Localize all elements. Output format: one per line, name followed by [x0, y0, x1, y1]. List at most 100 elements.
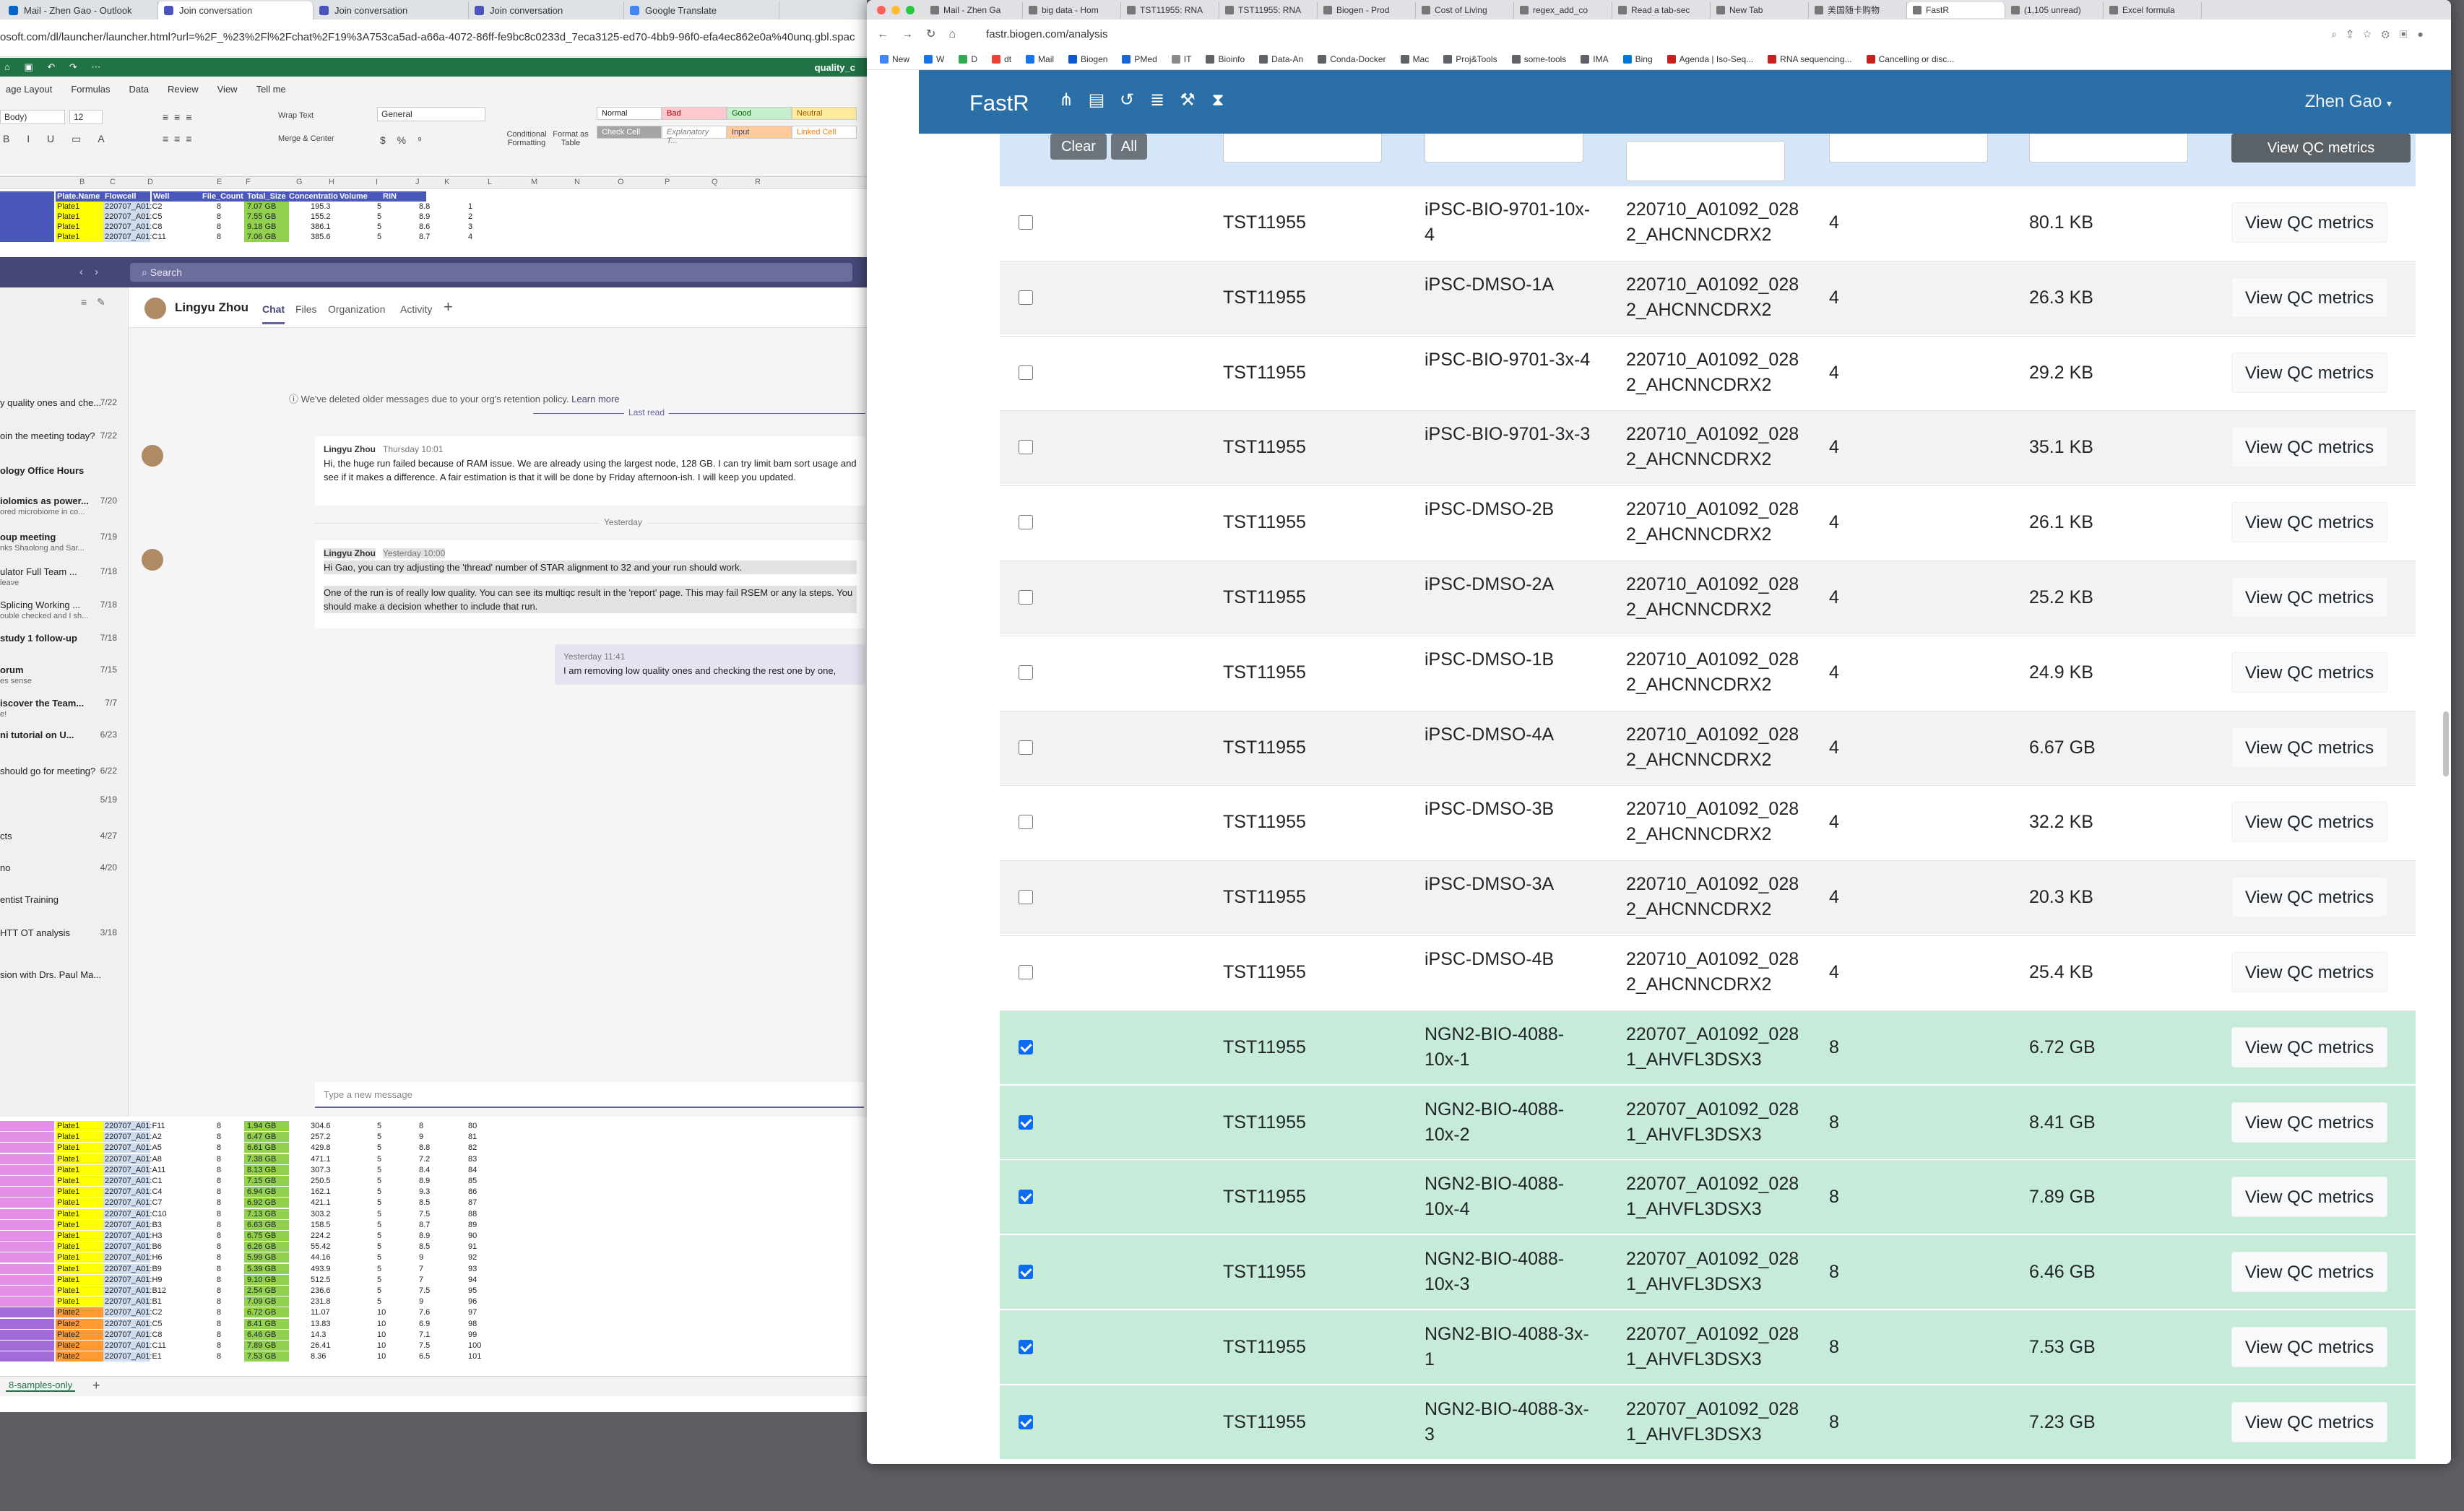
table-row[interactable]: TST11955 iPSC-DMSO-4A 220710_A01092_0282_A… [1000, 710, 2416, 784]
cell[interactable]: 4 [468, 232, 472, 242]
cell[interactable]: 7.5 [419, 1286, 430, 1296]
cell[interactable]: Well [152, 191, 202, 202]
cell[interactable]: 6.46 GB [244, 1329, 289, 1340]
table-row[interactable]: Plate1 220707_A01:C8 8 9.18 GB 386.1 5 8.6 3 [0, 222, 491, 232]
cell[interactable]: 7.07 GB [244, 202, 289, 212]
cell[interactable]: 220707_A01:B6 [103, 1242, 162, 1252]
table-row[interactable]: TST11955 NGN2-BIO-4088-10x-3 220707_A01092… [1000, 1235, 2416, 1309]
cell[interactable]: 512.5 [311, 1275, 331, 1285]
cell[interactable]: 8 [217, 1275, 246, 1285]
cell[interactable]: 96 [468, 1296, 477, 1307]
cell[interactable]: 220707_A01:C4 [103, 1187, 163, 1198]
table-row[interactable]: TST11955 iPSC-DMSO-4B 220710_A01092_0282_A… [1000, 935, 2416, 1009]
table-row[interactable]: Plate1 220707_A01:B12 8 2.54 GB 236.6 5 7.5 95 [0, 1286, 491, 1296]
minimize-window-icon[interactable] [891, 6, 900, 14]
table-row[interactable]: Plate1 220707_A01:H6 8 5.99 GB 44.16 5 9 92 [0, 1252, 491, 1263]
table-row[interactable]: Plate1 220707_A01:C10 8 7.13 GB 303.2 5 7.5 88 [0, 1208, 491, 1219]
cell[interactable]: 7.2 [419, 1154, 430, 1164]
cell[interactable]: 1.94 GB [244, 1121, 289, 1131]
browser-tab[interactable]: 美国随卡购物 [1809, 1, 1907, 18]
avatar[interactable] [144, 298, 166, 319]
message-self[interactable]: Yesterday 11:41 I am removing low qualit… [555, 644, 865, 685]
cell[interactable]: 8.41 GB [244, 1318, 289, 1329]
column-header[interactable]: E [217, 178, 222, 186]
number-format-select[interactable]: General [377, 107, 485, 121]
table-row[interactable]: Plate1 220707_A01:A8 8 7.38 GB 471.1 5 7.2 83 [0, 1153, 491, 1164]
cell[interactable]: 6.47 GB [244, 1132, 289, 1143]
cell[interactable]: 11.07 [311, 1307, 330, 1317]
style-input[interactable]: Input [727, 126, 792, 139]
sheet-tab[interactable]: 8-samples-only [6, 1380, 76, 1392]
row-checkbox[interactable] [1019, 965, 1033, 979]
cell[interactable]: 7.6 [419, 1307, 430, 1317]
project-filter-input[interactable] [1223, 134, 1382, 163]
bookmark[interactable]: Mail [1026, 54, 1054, 64]
chat-list-item[interactable]: no 4/20 [0, 862, 123, 873]
cell[interactable]: 220707_A01:H3 [103, 1231, 163, 1241]
align-icon[interactable]: ≡≡≡ [163, 133, 198, 144]
cell[interactable]: 304.6 [311, 1121, 331, 1131]
cell[interactable]: Plate2 [56, 1329, 103, 1340]
message[interactable]: Lingyu Zhou Thursday 10:01 Hi, the huge r… [315, 436, 865, 506]
browser-extensions-icon[interactable]: ⌕⇪☆⚙▣● [2331, 28, 2434, 40]
chat-list-item[interactable]: Splicing Working ... 7/18 ouble checked an… [0, 599, 123, 620]
cell[interactable]: 5 [377, 1121, 381, 1131]
cell[interactable]: 93 [468, 1264, 477, 1274]
cell[interactable]: 90 [468, 1231, 477, 1241]
cell[interactable]: 257.2 [311, 1132, 331, 1142]
table-row[interactable]: Plate1 220707_A01:C4 8 6.94 GB 162.1 5 9.3 86 [0, 1187, 491, 1198]
column-header[interactable]: F [246, 178, 251, 186]
cell[interactable]: 8 [217, 1242, 246, 1252]
filter-compose-icon[interactable]: ≡✎ [81, 296, 116, 308]
table-row[interactable]: TST11955 iPSC-DMSO-1B 220710_A01092_0282_A… [1000, 635, 2416, 709]
table-row[interactable]: Plate1 220707_A01:F11 8 1.94 GB 304.6 5 8 80 [0, 1121, 491, 1131]
merge-center-button[interactable]: Merge & Center [278, 134, 334, 143]
view-qc-metrics-button[interactable]: View QC metrics [2231, 727, 2387, 768]
row-checkbox[interactable] [1019, 664, 1033, 680]
cell[interactable]: 1 [468, 202, 472, 212]
chat-list-item[interactable]: sion with Drs. Paul Ma... [0, 969, 123, 980]
cell[interactable]: 162.1 [311, 1187, 331, 1197]
table-row[interactable]: Plate1 220707_A01:C1 8 7.15 GB 250.5 5 8.9 85 [0, 1176, 491, 1186]
cell[interactable]: 5 [377, 232, 381, 242]
cell[interactable]: 89 [468, 1220, 477, 1230]
column-header[interactable]: R [755, 178, 761, 186]
cell[interactable]: 8 [217, 1341, 246, 1351]
cell[interactable]: Total_Size [244, 191, 289, 202]
table-row[interactable]: Plate2 220707_A01:C8 8 6.46 GB 14.3 10 7.1 99 [0, 1329, 491, 1340]
cell[interactable]: 224.2 [311, 1231, 331, 1241]
bookmark[interactable]: Data-An [1259, 54, 1303, 64]
table-row[interactable]: Plate1 220707_A01:C5 8 7.55 GB 155.2 5 8.9 2 [0, 212, 491, 222]
chat-list-item[interactable]: orum 7/15 es sense [0, 664, 123, 685]
bookmark[interactable]: Proj&Tools [1443, 54, 1497, 64]
row-checkbox[interactable] [1019, 1414, 1033, 1429]
cell[interactable]: RIN [383, 191, 426, 202]
browser-tab[interactable]: big data - Hom [1023, 1, 1121, 18]
cell[interactable]: 220707_A01:C8 [103, 1329, 163, 1340]
cell[interactable]: 5.39 GB [244, 1263, 289, 1274]
chat-list-item[interactable]: ni tutorial on U... 6/23 [0, 729, 123, 740]
cell[interactable]: 220707_A01:A11 [103, 1164, 165, 1175]
cell[interactable]: 10 [377, 1319, 386, 1329]
bookmark[interactable]: dt [992, 54, 1011, 64]
view-qc-metrics-button[interactable]: View QC metrics [2231, 1101, 2387, 1143]
excel-quick-tools-icon[interactable]: ⌂ ▣ ↶ ↷ ⋯ [4, 61, 106, 73]
cell[interactable]: 13.83 [311, 1319, 331, 1329]
cell[interactable]: Concentratio [289, 191, 340, 202]
view-qc-metrics-button[interactable]: View QC metrics [2231, 651, 2387, 693]
cell[interactable]: 6.72 GB [244, 1307, 289, 1318]
conditional-formatting-button[interactable]: Conditional Formatting [503, 130, 550, 147]
style-normal[interactable]: Normal [597, 107, 662, 120]
cell[interactable]: 83 [468, 1154, 477, 1164]
row-checkbox[interactable] [1019, 890, 1033, 905]
view-qc-metrics-button[interactable]: View QC metrics [2231, 1177, 2387, 1218]
cell[interactable]: 220707_A01:C2 [103, 1307, 163, 1318]
cell[interactable]: 250.5 [311, 1176, 331, 1186]
cell[interactable]: Plate1 [56, 1263, 103, 1274]
cell[interactable]: 97 [468, 1307, 477, 1317]
cell[interactable]: 5 [377, 212, 381, 222]
lanes-filter-input[interactable] [1829, 134, 1988, 163]
cell[interactable]: Plate1 [56, 1198, 103, 1208]
cell[interactable]: Plate1 [56, 1208, 103, 1219]
cell[interactable]: 8.5 [419, 1198, 430, 1208]
